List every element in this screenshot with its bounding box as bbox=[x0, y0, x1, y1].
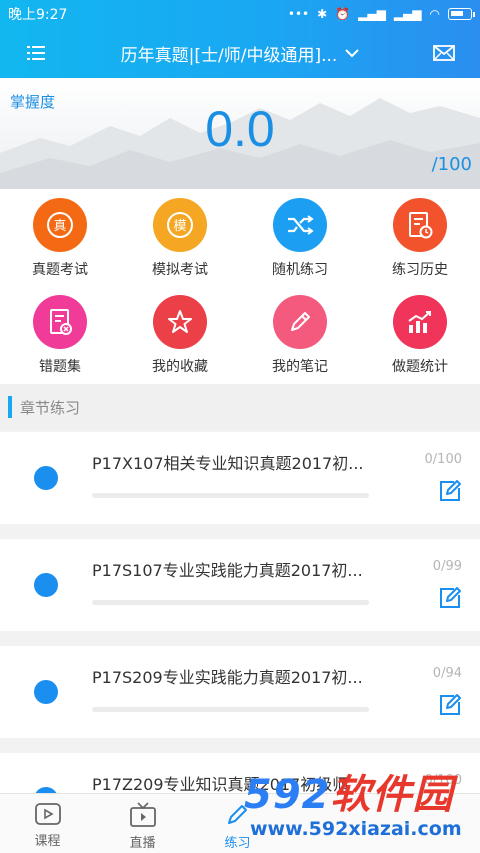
nav-course-label: 课程 bbox=[34, 834, 61, 849]
notes-label: 我的笔记 bbox=[272, 359, 328, 375]
chapter-section-header: 章节练习 bbox=[0, 384, 480, 430]
message-button[interactable] bbox=[424, 33, 464, 73]
chapter-progress-bar bbox=[92, 600, 369, 605]
status-time: 晚上9:27 bbox=[8, 7, 68, 23]
section-accent-bar bbox=[8, 396, 12, 418]
more-dots-icon: ••• bbox=[287, 7, 310, 21]
wrong-book-label: 错题集 bbox=[39, 359, 81, 375]
wrong-book-button[interactable]: 错题集 bbox=[0, 286, 120, 382]
page-title: 历年真题|[士/师/中级通用]... bbox=[120, 45, 338, 66]
nav-course[interactable]: 课程 bbox=[0, 794, 95, 853]
chevron-down-icon bbox=[345, 48, 360, 57]
pencil-icon bbox=[273, 295, 327, 349]
chapter-item[interactable]: P17S107专业实践能力真题2017初... 0/99 bbox=[0, 539, 480, 631]
app-header: 历年真题|[士/师/中级通用]... bbox=[0, 28, 480, 78]
notes-button[interactable]: 我的笔记 bbox=[240, 286, 360, 382]
feature-grid: 真 真题考试 模 模拟考试 随机练习 练习历史 错题集 我的收藏 我的笔记 做题… bbox=[0, 189, 480, 384]
edit-icon[interactable] bbox=[438, 586, 462, 610]
stats-button[interactable]: 做题统计 bbox=[360, 286, 480, 382]
practice-history-label: 练习历史 bbox=[392, 262, 448, 278]
exam-selector[interactable]: 历年真题|[士/师/中级通用]... bbox=[56, 41, 424, 66]
signal-icon: ▂▄▆ bbox=[358, 7, 386, 21]
tv-icon bbox=[129, 802, 156, 827]
chapter-item[interactable]: P17S209专业实践能力真题2017初... 0/94 bbox=[0, 646, 480, 738]
chapter-progress-bar bbox=[92, 493, 369, 498]
menu-button[interactable] bbox=[16, 33, 56, 73]
chapter-dot-icon bbox=[34, 573, 58, 597]
list-menu-icon bbox=[27, 46, 45, 60]
mock-exam-button[interactable]: 模 模拟考试 bbox=[120, 189, 240, 285]
alarm-icon: ⏰ bbox=[335, 7, 351, 21]
chapter-title: P17S209专业实践能力真题2017初... bbox=[92, 668, 363, 687]
chapter-count: 0/100 bbox=[424, 452, 462, 467]
chapter-count: 0/94 bbox=[432, 666, 462, 681]
watermark-logo: 592软件园 bbox=[244, 772, 454, 818]
stats-icon bbox=[393, 295, 447, 349]
signal-icon-2: ▂▄▆ bbox=[393, 7, 422, 21]
svg-text:模: 模 bbox=[173, 219, 186, 234]
practice-history-button[interactable]: 练习历史 bbox=[360, 189, 480, 285]
edit-icon[interactable] bbox=[438, 693, 462, 717]
chapter-item[interactable]: P17X107相关专业知识真题2017初... 0/100 bbox=[0, 432, 480, 524]
mastery-panel: 掌握度 0.0 /100 bbox=[0, 78, 480, 189]
wrong-book-icon bbox=[33, 295, 87, 349]
chapter-progress-bar bbox=[92, 707, 369, 712]
wifi-icon: ◠ bbox=[429, 7, 440, 21]
status-icons: ••• ✱ ⏰ ▂▄▆ ▂▄▆ ◠ bbox=[287, 7, 475, 21]
mo-icon: 模 bbox=[153, 198, 207, 252]
mail-icon bbox=[433, 45, 455, 61]
chapter-count: 0/99 bbox=[432, 559, 462, 574]
nav-live-label: 直播 bbox=[129, 836, 156, 851]
course-icon bbox=[34, 803, 61, 825]
mastery-score: 0.0 bbox=[205, 101, 275, 157]
chapter-title: P17S107专业实践能力真题2017初... bbox=[92, 561, 363, 580]
favorites-label: 我的收藏 bbox=[152, 359, 208, 375]
watermark: 592软件园 www.592xiazai.com bbox=[238, 760, 480, 853]
random-practice-button[interactable]: 随机练习 bbox=[240, 189, 360, 285]
real-exam-label: 真题考试 bbox=[32, 262, 88, 278]
zhen-icon: 真 bbox=[33, 198, 87, 252]
shuffle-icon bbox=[273, 198, 327, 252]
top-bar: 晚上9:27 ••• ✱ ⏰ ▂▄▆ ▂▄▆ ◠ 历年真题|[士/师/中级通用]… bbox=[0, 0, 480, 78]
history-icon bbox=[393, 198, 447, 252]
favorites-button[interactable]: 我的收藏 bbox=[120, 286, 240, 382]
battery-icon bbox=[448, 8, 475, 20]
random-practice-label: 随机练习 bbox=[272, 262, 328, 278]
watermark-url: www.592xiazai.com bbox=[250, 818, 462, 840]
bluetooth-icon: ✱ bbox=[317, 7, 328, 21]
edit-icon[interactable] bbox=[438, 479, 462, 503]
mock-exam-label: 模拟考试 bbox=[152, 262, 208, 278]
stats-label: 做题统计 bbox=[392, 359, 448, 375]
chapter-title: P17X107相关专业知识真题2017初... bbox=[92, 454, 364, 473]
chapter-dot-icon bbox=[34, 466, 58, 490]
section-title: 章节练习 bbox=[20, 398, 81, 417]
svg-text:真: 真 bbox=[53, 219, 66, 234]
real-exam-button[interactable]: 真 真题考试 bbox=[0, 189, 120, 285]
star-icon bbox=[153, 295, 207, 349]
mastery-total: /100 bbox=[431, 154, 472, 175]
nav-live[interactable]: 直播 bbox=[95, 794, 190, 853]
chapter-dot-icon bbox=[34, 680, 58, 704]
status-bar: 晚上9:27 ••• ✱ ⏰ ▂▄▆ ▂▄▆ ◠ bbox=[0, 0, 480, 28]
